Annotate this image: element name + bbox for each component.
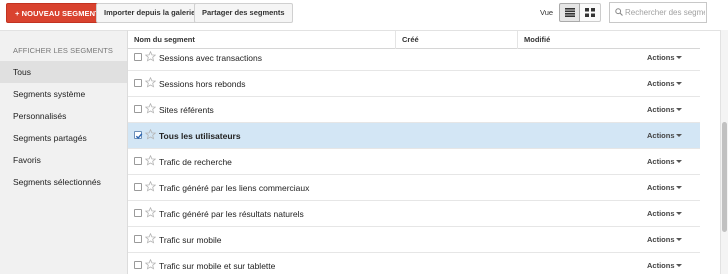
sidebar: AFFICHER LES SEGMENTS Tous Segments syst… — [0, 30, 128, 274]
segment-name[interactable]: Tous les utilisateurs — [159, 123, 241, 149]
star-icon[interactable] — [145, 129, 156, 140]
table-row[interactable]: Trafic de recherche Actions — [128, 149, 700, 175]
row-checkbox[interactable] — [134, 183, 142, 191]
search-box[interactable] — [609, 2, 707, 23]
chevron-down-icon[interactable] — [676, 264, 682, 267]
sidebar-item-all[interactable]: Tous — [0, 61, 127, 83]
table-row[interactable]: Tous les utilisateurs Actions — [128, 123, 700, 149]
sidebar-item-custom[interactable]: Personnalisés — [0, 105, 127, 127]
actions-menu[interactable]: Actions — [647, 253, 675, 274]
actions-menu[interactable]: Actions — [647, 201, 675, 227]
table-row[interactable]: Trafic sur mobile et sur tablette Actions — [128, 253, 700, 274]
chevron-down-icon[interactable] — [676, 108, 682, 111]
import-from-gallery-button[interactable]: Importer depuis la galerie — [96, 3, 204, 23]
row-checkbox[interactable] — [134, 261, 142, 269]
list-view-button[interactable] — [559, 3, 580, 22]
row-checkbox[interactable] — [134, 53, 142, 61]
segment-name[interactable]: Trafic sur mobile et sur tablette — [159, 253, 275, 274]
star-icon[interactable] — [145, 259, 156, 270]
actions-menu[interactable]: Actions — [647, 227, 675, 253]
actions-menu[interactable]: Actions — [647, 71, 675, 97]
star-icon[interactable] — [145, 155, 156, 166]
actions-menu[interactable]: Actions — [647, 175, 675, 201]
table-row[interactable]: Sessions hors rebonds Actions — [128, 71, 700, 97]
table-row[interactable]: Trafic sur mobile Actions — [128, 227, 700, 253]
segments-table-body: Sessions avec transactions Actions Session… — [128, 45, 700, 274]
segment-name[interactable]: Trafic sur mobile — [159, 227, 222, 253]
row-checkbox[interactable] — [134, 131, 143, 140]
view-label: Vue — [540, 8, 554, 17]
row-checkbox[interactable] — [134, 105, 142, 113]
chevron-down-icon[interactable] — [676, 56, 682, 59]
sidebar-item-favorites[interactable]: Favoris — [0, 149, 127, 171]
search-icon — [615, 8, 623, 16]
sidebar-item-system[interactable]: Segments système — [0, 83, 127, 105]
chevron-down-icon[interactable] — [676, 212, 682, 215]
star-icon[interactable] — [145, 77, 156, 88]
row-checkbox[interactable] — [134, 235, 142, 243]
row-checkbox[interactable] — [134, 157, 142, 165]
sidebar-item-shared[interactable]: Segments partagés — [0, 127, 127, 149]
column-header-name[interactable]: Nom du segment — [128, 31, 396, 49]
column-header-created[interactable]: Créé — [396, 31, 518, 49]
chevron-down-icon[interactable] — [676, 186, 682, 189]
star-icon[interactable] — [145, 181, 156, 192]
segments-table: Sessions avec transactions Actions Session… — [128, 30, 720, 274]
segment-name[interactable]: Sites référents — [159, 97, 214, 123]
sidebar-item-selected[interactable]: Segments sélectionnés — [0, 171, 127, 193]
chevron-down-icon[interactable] — [676, 82, 682, 85]
sidebar-heading: AFFICHER LES SEGMENTS — [13, 46, 114, 55]
actions-menu[interactable]: Actions — [647, 123, 675, 149]
list-view-icon — [565, 8, 575, 17]
table-row[interactable]: Sites référents Actions — [128, 97, 700, 123]
row-checkbox[interactable] — [134, 79, 142, 87]
segment-name[interactable]: Trafic généré par les liens commerciaux — [159, 175, 309, 201]
grid-view-icon — [585, 8, 595, 17]
search-input[interactable] — [625, 4, 705, 21]
segment-name[interactable]: Trafic généré par les résultats naturels — [159, 201, 304, 227]
grid-view-button[interactable] — [580, 3, 601, 22]
column-header-modified[interactable]: Modifié — [518, 31, 638, 49]
segment-name[interactable]: Trafic de recherche — [159, 149, 232, 175]
segment-name[interactable]: Sessions hors rebonds — [159, 71, 245, 97]
share-segments-button[interactable]: Partager des segments — [194, 3, 293, 23]
scrollbar[interactable] — [720, 30, 728, 274]
scrollbar-thumb[interactable] — [722, 122, 727, 232]
star-icon[interactable] — [145, 233, 156, 244]
actions-menu[interactable]: Actions — [647, 149, 675, 175]
chevron-down-icon[interactable] — [676, 160, 682, 163]
row-checkbox[interactable] — [134, 209, 142, 217]
chevron-down-icon[interactable] — [676, 238, 682, 241]
table-header: Nom du segment Créé Modifié — [128, 31, 700, 49]
star-icon[interactable] — [145, 207, 156, 218]
star-icon[interactable] — [145, 103, 156, 114]
chevron-down-icon[interactable] — [676, 134, 682, 137]
actions-menu[interactable]: Actions — [647, 97, 675, 123]
table-row[interactable]: Trafic généré par les résultats naturels… — [128, 201, 700, 227]
new-segment-button[interactable]: + NOUVEAU SEGMENT — [6, 3, 109, 23]
star-icon[interactable] — [145, 51, 156, 62]
toolbar: + NOUVEAU SEGMENT Importer depuis la gal… — [0, 0, 728, 28]
table-row[interactable]: Trafic généré par les liens commerciaux A… — [128, 175, 700, 201]
